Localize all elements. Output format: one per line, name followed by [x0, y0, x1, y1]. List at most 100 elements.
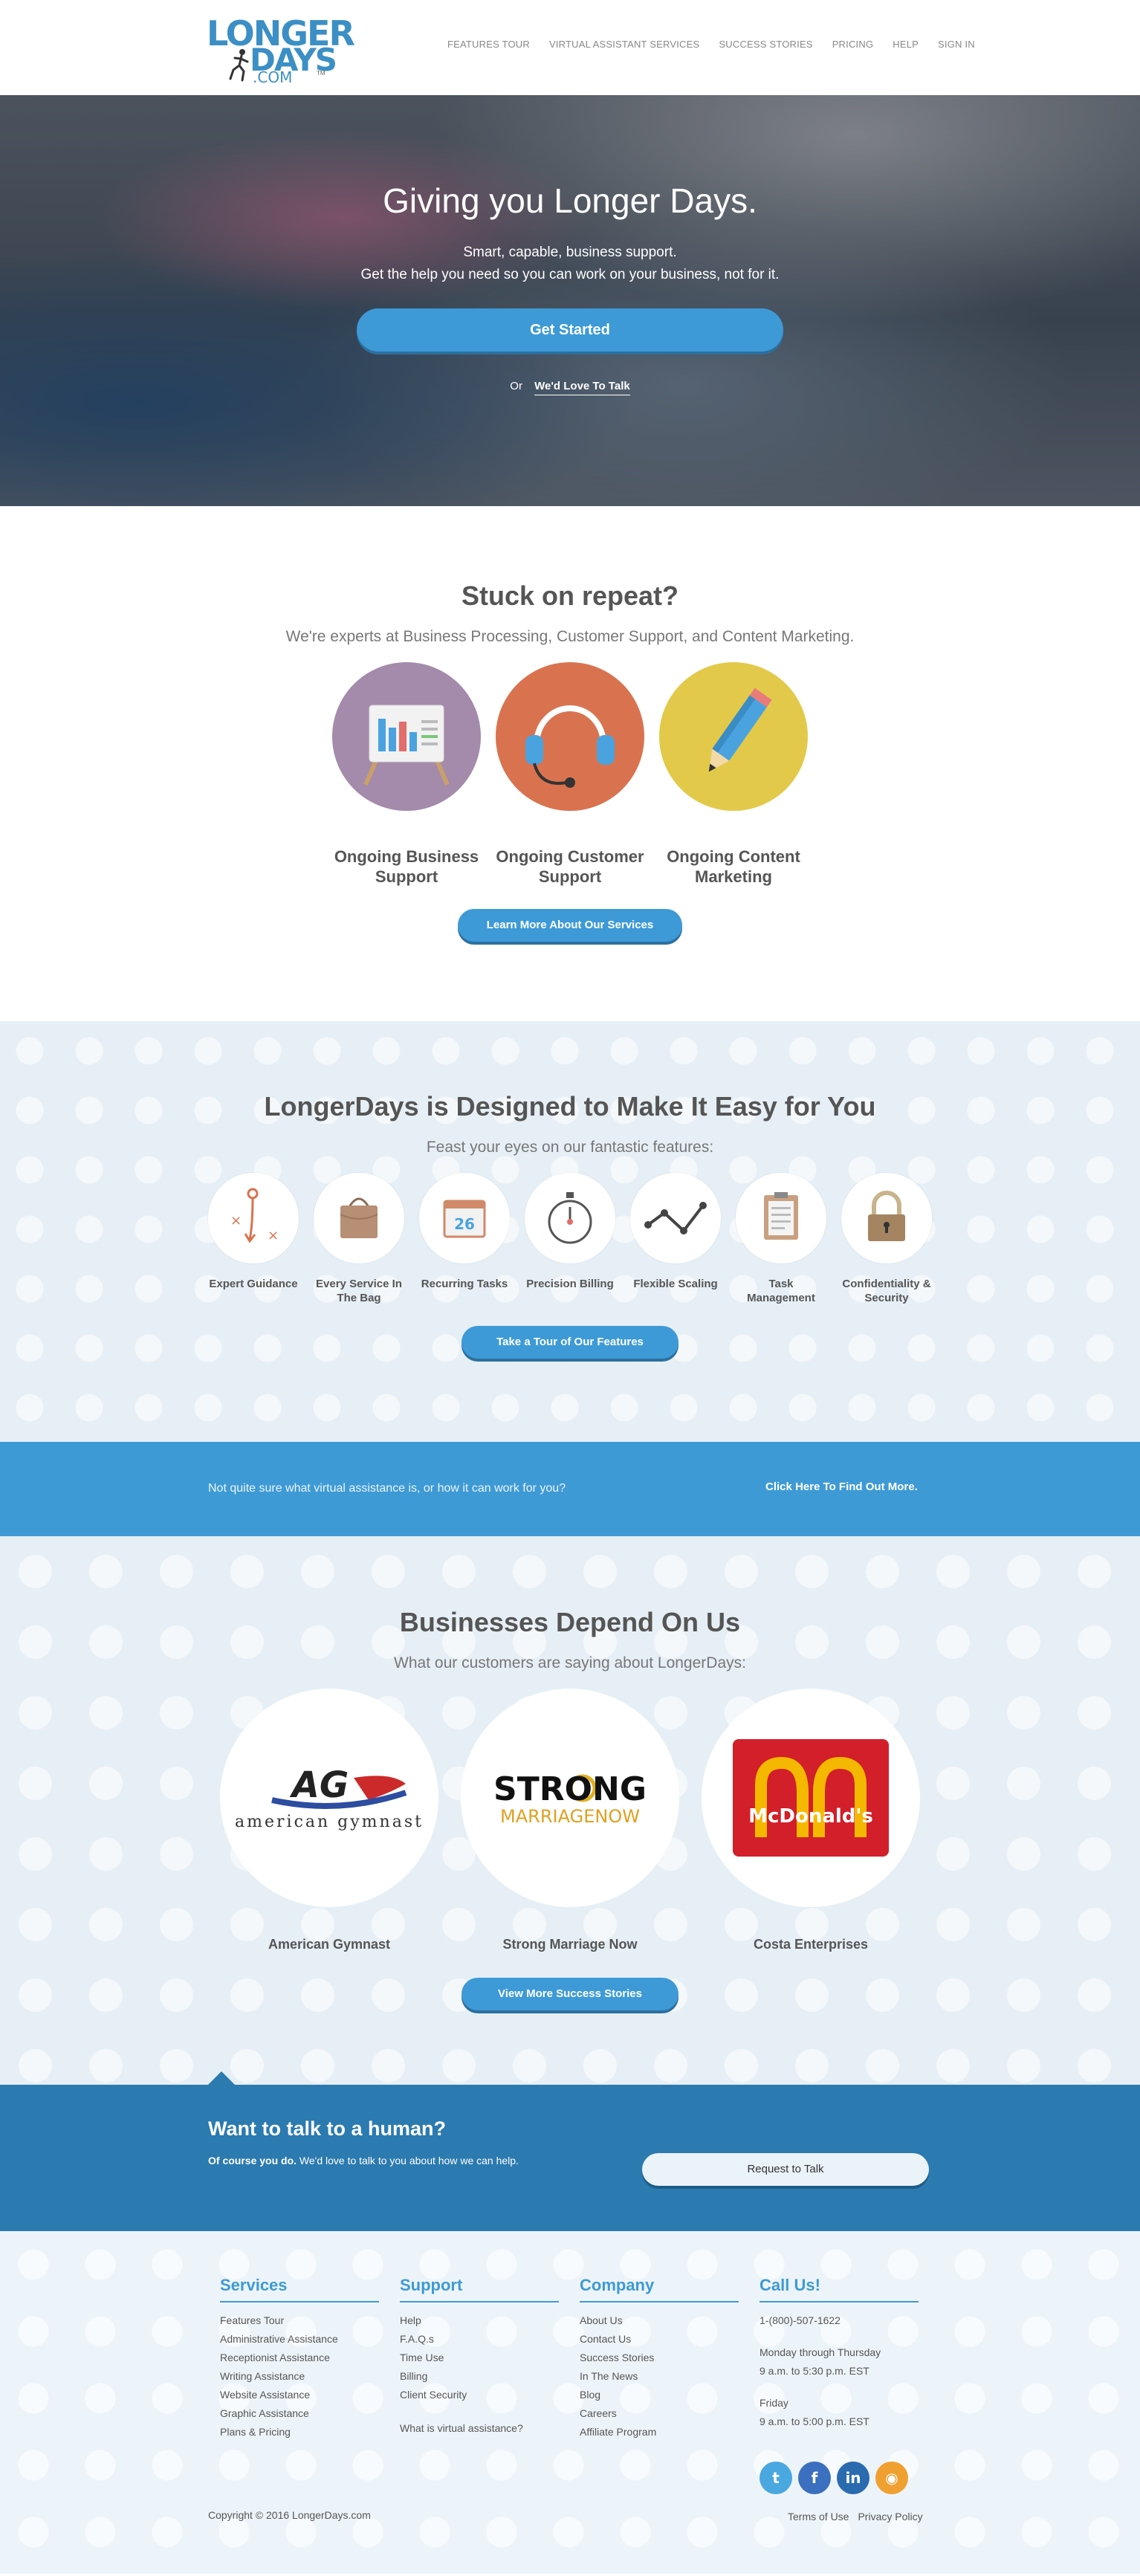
footer-link[interactable]: Graphic Assistance [220, 2404, 379, 2423]
footer-link[interactable]: In The News [580, 2367, 739, 2386]
service-name: Ongoing Business Support [334, 847, 479, 886]
services-subtitle: We're experts at Business Processing, Cu… [285, 628, 855, 645]
pencil-icon [659, 662, 808, 811]
stopwatch-icon [525, 1173, 615, 1263]
testimonials-section: Businesses Depend On Us What our custome… [0, 1536, 1140, 2085]
feature-name: Every Service In The Bag [316, 1278, 402, 1304]
linkedin-icon[interactable]: in [837, 2462, 869, 2494]
privacy-policy-link[interactable]: Privacy Policy [858, 2511, 922, 2522]
footer-link[interactable]: What is virtual assistance? [400, 2419, 559, 2438]
feature-task-management[interactable]: Task Management [736, 1173, 826, 1305]
graph-icon [630, 1173, 721, 1263]
footer-support: Support Help F.A.Q.s Time Use Billing Cl… [400, 2276, 559, 2438]
footer-link[interactable]: Success Stories [580, 2349, 739, 2367]
feature-recurring-tasks[interactable]: 26 Recurring Tasks [419, 1173, 510, 1305]
nav-features-tour[interactable]: FEATURES TOUR [447, 39, 530, 50]
features-subtitle: Feast your eyes on our fantastic feature… [426, 1139, 714, 1156]
footer-link[interactable]: Help [400, 2311, 559, 2330]
service-business-support[interactable]: Ongoing Business Support [332, 662, 481, 887]
nav-sign-in[interactable]: SIGN IN [938, 39, 975, 50]
service-customer-support[interactable]: Ongoing Customer Support [496, 662, 644, 887]
rss-icon[interactable]: ◉ [875, 2462, 908, 2494]
tour-features-button[interactable]: Take a Tour of Our Features [461, 1326, 679, 1359]
feature-flexible-scaling[interactable]: Flexible Scaling [630, 1173, 721, 1305]
footer-services-title: Services [220, 2276, 379, 2302]
feature-precision-billing[interactable]: Precision Billing [525, 1173, 615, 1305]
footer-link[interactable]: Website Assistance [220, 2386, 379, 2404]
feature-name: Confidentiality & Security [842, 1278, 931, 1304]
footer-link[interactable]: Writing Assistance [220, 2367, 379, 2386]
talk-section: Want to talk to a human? Of course you d… [0, 2071, 1140, 2231]
find-out-more-link[interactable]: Click Here To Find Out More. [765, 1480, 918, 1493]
footer-link[interactable]: Affiliate Program [580, 2423, 739, 2441]
feature-name: Precision Billing [526, 1278, 614, 1290]
terms-of-use-link[interactable]: Terms of Use [788, 2511, 849, 2522]
footer-link[interactable]: Contact Us [580, 2330, 739, 2349]
footer-company: Company About Us Contact Us Success Stor… [580, 2276, 739, 2441]
view-success-stories-button[interactable]: View More Success Stories [461, 1978, 679, 2010]
feature-expert-guidance[interactable]: × × Expert Guidance [208, 1173, 299, 1305]
padlock-icon [841, 1173, 932, 1263]
nav-pricing[interactable]: PRICING [832, 39, 874, 50]
testimonials-title: Businesses Depend On Us [399, 1607, 741, 1637]
nav-help[interactable]: HELP [893, 39, 919, 50]
hero-subtitle-line-1: Smart, capable, business support. [463, 245, 677, 260]
or-label: Or [510, 380, 522, 392]
footer-link[interactable]: Careers [580, 2404, 739, 2423]
footer-link[interactable]: Blog [580, 2386, 739, 2404]
site-header: LONGER DAYS .COM TM FEATURES TOUR VIRTUA… [0, 0, 1140, 95]
calendar-day: 26 [454, 1215, 475, 1233]
legal-links: Terms of Use Privacy Policy [788, 2511, 923, 2522]
customer-name: Costa Enterprises [753, 1937, 869, 1952]
customer-american-gymnast[interactable]: AG american gymnast American Gymnast [220, 1689, 438, 1952]
love-to-talk-link[interactable]: We'd Love To Talk [534, 380, 630, 395]
learn-more-services-button[interactable]: Learn More About Our Services [458, 909, 682, 942]
footer-link[interactable]: Client Security [400, 2386, 559, 2404]
footer-call-title: Call Us! [760, 2276, 919, 2302]
hero-subtitle: Smart, capable, business support. Get th… [0, 242, 1140, 286]
footer-link[interactable]: F.A.Q.s [400, 2330, 559, 2349]
request-to-talk-button[interactable]: Request to Talk [642, 2153, 929, 2186]
footer-link[interactable]: Receptionist Assistance [220, 2349, 379, 2367]
american-gymnast-logo: AG american gymnast [220, 1689, 438, 1907]
feature-name: Flexible Scaling [633, 1278, 718, 1290]
nav-success-stories[interactable]: SUCCESS STORIES [719, 39, 812, 50]
twitter-icon[interactable]: t [760, 2462, 792, 2494]
hero-or-row: Or We'd Love To Talk [0, 380, 1140, 395]
footer-link[interactable]: Features Tour [220, 2311, 379, 2330]
footer-link[interactable]: About Us [580, 2311, 739, 2330]
get-started-button[interactable]: Get Started [357, 308, 783, 352]
footer-link[interactable]: Administrative Assistance [220, 2330, 379, 2349]
talk-subtitle: Of course you do. We'd love to talk to y… [208, 2155, 519, 2166]
social-links: t f in ◉ [760, 2462, 908, 2494]
copyright: Copyright © 2016 LongerDays.com [208, 2509, 371, 2521]
nav-virtual-assistant-services[interactable]: VIRTUAL ASSISTANT SERVICES [549, 39, 699, 50]
services-title: Stuck on repeat? [461, 580, 679, 611]
footer-services: Services Features Tour Administrative As… [220, 2276, 379, 2441]
phone-number[interactable]: 1-(800)-507-1622 [760, 2311, 919, 2330]
svg-text:AG: AG [289, 1764, 349, 1806]
talk-notch [208, 2071, 235, 2085]
feature-name: Expert Guidance [209, 1278, 298, 1290]
hero-title: Giving you Longer Days. [383, 181, 757, 220]
testimonials-subtitle: What our customers are saying about Long… [394, 1654, 746, 1672]
talk-title: Want to talk to a human? [208, 2117, 446, 2140]
strong-marriage-now-logo: STRONG MARRIAGENOW [461, 1689, 679, 1907]
footer-link[interactable]: Billing [400, 2367, 559, 2386]
service-content-marketing[interactable]: Ongoing Content Marketing [659, 662, 808, 887]
calendar-icon: 26 [419, 1173, 510, 1263]
feature-every-service[interactable]: Every Service In The Bag [314, 1173, 404, 1305]
chart-easel-icon [332, 662, 481, 811]
customer-costa-enterprises[interactable]: McDonald's Costa Enterprises [702, 1689, 920, 1952]
facebook-icon[interactable]: f [798, 2462, 831, 2494]
features-section: LongerDays is Designed to Make It Easy f… [0, 1021, 1140, 1442]
footer-link[interactable]: Time Use [400, 2349, 559, 2367]
footer-link[interactable]: Plans & Pricing [220, 2423, 379, 2441]
talk-subtitle-rest: We'd love to talk to you about how we ca… [297, 2155, 519, 2166]
svg-text:McDonald's: McDonald's [748, 1805, 873, 1828]
feature-confidentiality[interactable]: Confidentiality & Security [841, 1173, 932, 1305]
svg-text:american gymnast: american gymnast [235, 1813, 424, 1831]
customer-strong-marriage-now[interactable]: STRONG MARRIAGENOW Strong Marriage Now [461, 1689, 679, 1952]
hours-days-1: Monday through Thursday [760, 2346, 881, 2358]
logo[interactable]: LONGER DAYS .COM TM [207, 13, 355, 86]
